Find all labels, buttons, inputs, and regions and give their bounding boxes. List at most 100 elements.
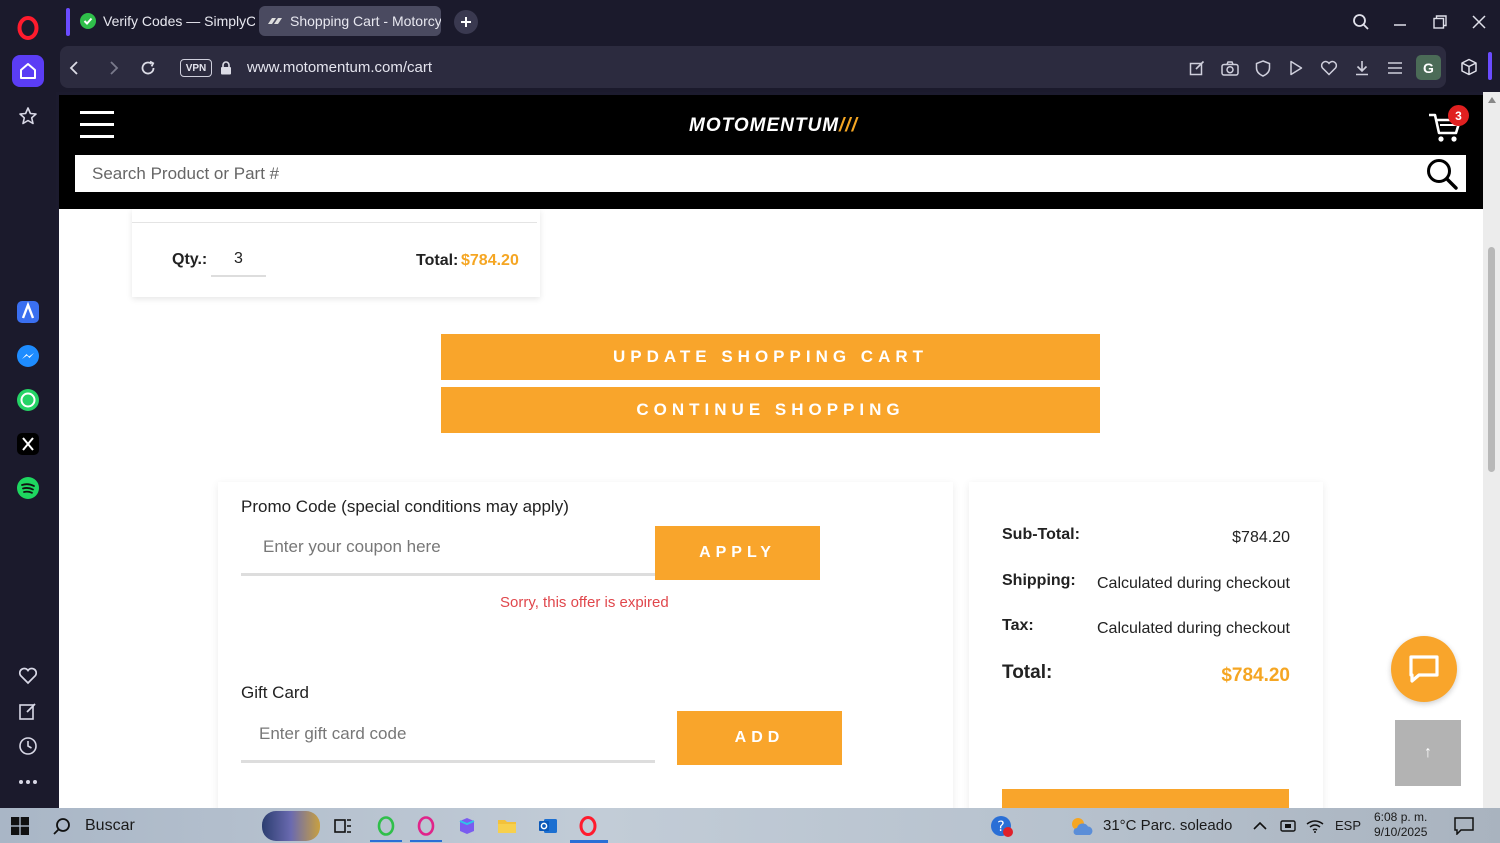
- play-icon[interactable]: [1286, 58, 1306, 78]
- opera-taskbar-icon[interactable]: [576, 814, 600, 838]
- site-header: MOTOMENTUM/// 3: [59, 95, 1483, 209]
- file-explorer-icon[interactable]: [495, 814, 519, 838]
- tab-label: Shopping Cart - Motorcyc: [290, 13, 441, 29]
- logo-slashes: ///: [839, 115, 858, 136]
- tab-verify-codes[interactable]: Verify Codes — SimplyCo: [72, 6, 255, 36]
- scroll-up-icon[interactable]: [1488, 97, 1496, 103]
- vpn-badge[interactable]: VPN: [180, 59, 212, 77]
- meet-now-icon[interactable]: [1278, 814, 1298, 838]
- forward-icon[interactable]: [104, 58, 124, 78]
- more-icon[interactable]: [12, 766, 44, 798]
- clock[interactable]: 6:08 p. m. 9/10/2025: [1374, 810, 1427, 840]
- checkout-button[interactable]: [1002, 789, 1289, 808]
- windows-start-icon[interactable]: [8, 814, 32, 838]
- lock-icon[interactable]: [216, 58, 236, 78]
- aria-icon[interactable]: [12, 296, 44, 328]
- extensions-cube-icon[interactable]: [1458, 56, 1480, 78]
- continue-shopping-button[interactable]: CONTINUE SHOPPING: [441, 387, 1100, 433]
- outlook-icon[interactable]: [536, 814, 560, 838]
- tax-value: Calculated during checkout: [1096, 620, 1290, 637]
- apply-coupon-button[interactable]: APPLY: [655, 526, 820, 580]
- share-edit-icon[interactable]: [1187, 58, 1207, 78]
- line-total-value: $784.20: [461, 252, 519, 269]
- site-search-bar: [75, 155, 1466, 192]
- running-app-indicator: [370, 840, 402, 842]
- weather-icon[interactable]: [1067, 814, 1095, 838]
- opera-logo-icon[interactable]: [12, 12, 44, 44]
- chat-bubble-icon[interactable]: [1391, 636, 1457, 702]
- shipping-value: Calculated during checkout: [1096, 575, 1290, 592]
- cart-item-card: Qty.: Total: $784.20: [132, 209, 540, 297]
- chevron-up-icon[interactable]: [1250, 814, 1270, 838]
- page-viewport: MOTOMENTUM/// 3 Qty.: Total: $784.20 UPD…: [59, 95, 1483, 808]
- address-bar: VPN www.motomentum.com/cart G: [60, 46, 1446, 88]
- wifi-icon[interactable]: [1305, 814, 1325, 838]
- tab-search-icon[interactable]: [1349, 10, 1373, 34]
- bookmark-heart-icon[interactable]: [1319, 58, 1339, 78]
- promo-title: Promo Code (special conditions may apply…: [241, 497, 569, 516]
- task-view-icon[interactable]: [331, 814, 355, 838]
- home-icon[interactable]: [12, 55, 44, 87]
- language-indicator[interactable]: ESP: [1335, 818, 1361, 833]
- camera-icon[interactable]: [1220, 58, 1240, 78]
- shipping-label: Shipping:: [1002, 572, 1076, 589]
- spotify-icon[interactable]: [12, 472, 44, 504]
- download-icon[interactable]: [1352, 58, 1372, 78]
- clock-date: 9/10/2025: [1374, 825, 1428, 839]
- qty-label: Qty.:: [172, 251, 208, 268]
- edit-note-icon[interactable]: [12, 695, 44, 727]
- x-twitter-icon[interactable]: [12, 428, 44, 460]
- taskbar-search-label[interactable]: Buscar: [85, 817, 135, 835]
- running-app-indicator: [410, 840, 442, 842]
- browser-sidebar: [0, 0, 56, 808]
- gift-card-title: Gift Card: [241, 683, 310, 702]
- notifications-icon[interactable]: [1452, 814, 1476, 838]
- copilot-icon[interactable]: [455, 814, 479, 838]
- order-total-label: Total:: [1002, 662, 1053, 683]
- coupon-input[interactable]: [241, 520, 655, 576]
- search-highlight-icon[interactable]: [262, 811, 320, 841]
- site-favicon-icon: [267, 16, 283, 26]
- history-icon[interactable]: [12, 730, 44, 762]
- search-icon[interactable]: [1425, 158, 1459, 190]
- menu-hamburger-icon[interactable]: [80, 111, 114, 141]
- page-scrollbar[interactable]: [1483, 92, 1500, 808]
- minimize-icon[interactable]: [1388, 10, 1412, 34]
- taskbar-search-icon[interactable]: [50, 814, 74, 838]
- opera-air-icon[interactable]: [414, 814, 438, 838]
- order-total-value: $784.20: [1221, 665, 1290, 686]
- divider: [132, 222, 537, 223]
- new-tab-plus-icon[interactable]: [454, 10, 478, 34]
- add-gift-card-button[interactable]: ADD: [677, 711, 842, 765]
- site-logo[interactable]: MOTOMENTUM///: [689, 115, 858, 137]
- subtotal-value: $784.20: [1232, 529, 1290, 546]
- quantity-input[interactable]: [211, 243, 266, 277]
- star-icon[interactable]: [12, 100, 44, 132]
- restore-icon[interactable]: [1428, 10, 1452, 34]
- back-icon[interactable]: [64, 58, 84, 78]
- tax-label: Tax:: [1002, 617, 1034, 634]
- tab-strip: Verify Codes — SimplyCo Shopping Cart - …: [56, 0, 1500, 44]
- heart-icon[interactable]: [12, 660, 44, 692]
- tab-label: Verify Codes — SimplyCo: [103, 13, 255, 29]
- messenger-icon[interactable]: [12, 340, 44, 372]
- promo-panel: Promo Code (special conditions may apply…: [218, 482, 953, 808]
- scrollbar-thumb[interactable]: [1488, 247, 1495, 472]
- opera-gx-icon[interactable]: [374, 814, 398, 838]
- shield-icon[interactable]: [1253, 58, 1273, 78]
- subtotal-label: Sub-Total:: [1002, 526, 1080, 543]
- url-text[interactable]: www.motomentum.com/cart: [247, 59, 432, 76]
- back-to-top-button[interactable]: ↑: [1395, 720, 1461, 786]
- address-bar-row: VPN www.motomentum.com/cart G: [56, 44, 1500, 92]
- whatsapp-icon[interactable]: [12, 384, 44, 416]
- reload-icon[interactable]: [138, 58, 158, 78]
- search-input[interactable]: [75, 155, 1415, 192]
- weather-text[interactable]: 31°C Parc. soleado: [1103, 817, 1232, 834]
- tab-shopping-cart[interactable]: Shopping Cart - Motorcyc: [259, 6, 441, 36]
- profile-avatar[interactable]: G: [1416, 55, 1441, 80]
- close-window-icon[interactable]: [1467, 10, 1491, 34]
- help-badge-icon[interactable]: ?: [990, 814, 1014, 838]
- gift-card-input[interactable]: [241, 707, 655, 763]
- update-cart-button[interactable]: UPDATE SHOPPING CART: [441, 334, 1100, 380]
- easy-setup-icon[interactable]: [1385, 58, 1405, 78]
